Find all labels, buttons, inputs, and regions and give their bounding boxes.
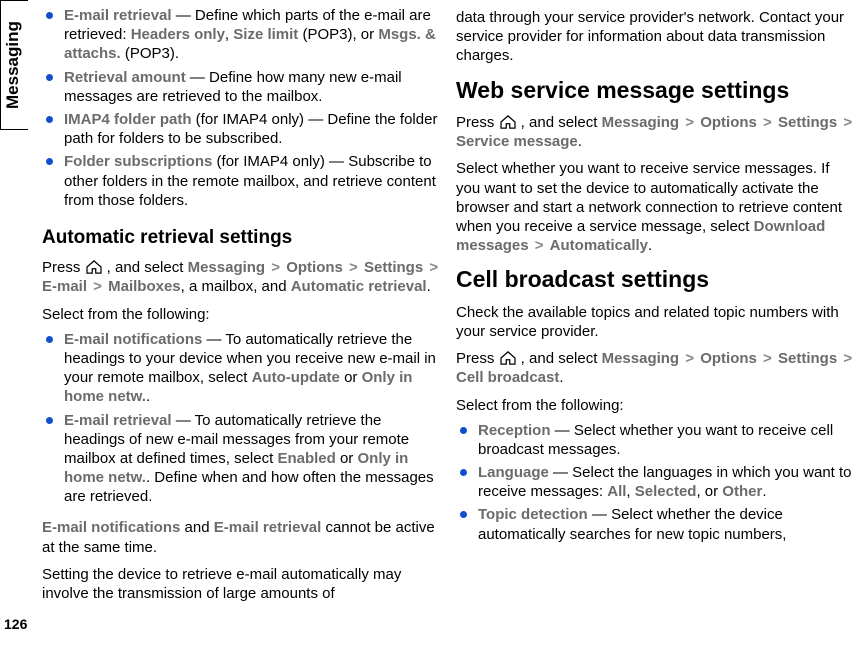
bullet-imap4-folder-path: IMAP4 folder path (for IMAP4 only) — Def…: [42, 110, 440, 148]
crumb-cell-broadcast: Cell broadcast: [456, 369, 559, 386]
heading-automatic-retrieval: Automatic retrieval settings: [42, 226, 440, 250]
term-retrieval-amount: Retrieval amount: [64, 69, 186, 86]
section-tab-messaging: Messaging: [0, 0, 28, 130]
home-key-icon: [499, 351, 517, 365]
text: , or: [696, 483, 722, 500]
notifications-retrieval-note: E-mail notifications and E-mail retrieva…: [42, 518, 440, 556]
opt-enabled: Enabled: [277, 450, 335, 467]
heading-web-service-message: Web service message settings: [456, 76, 854, 105]
opt-selected: Selected: [635, 483, 697, 500]
crumb-settings: Settings: [364, 259, 423, 276]
bullet-folder-subscriptions: Folder subscriptions (for IMAP4 only) — …: [42, 152, 440, 210]
term-email-retrieval-ref: E-mail retrieval: [214, 519, 322, 536]
crumb-options: Options: [700, 350, 757, 367]
web-service-desc: Select whether you want to receive servi…: [456, 159, 854, 255]
term-reception: Reception: [478, 422, 551, 439]
opt-headers-only: Headers only: [131, 26, 225, 43]
auto-retrieval-list: E-mail notifications — To automatically …: [42, 330, 440, 511]
crumb-messaging: Messaging: [602, 114, 680, 131]
text: , a mailbox, and: [181, 278, 291, 295]
heading-cell-broadcast: Cell broadcast settings: [456, 265, 854, 294]
term-topic-detection: Topic detection: [478, 506, 588, 523]
chevron-right-icon: >: [423, 259, 440, 276]
crumb-messaging: Messaging: [602, 350, 680, 367]
crumb-settings: Settings: [778, 114, 837, 131]
text: or: [336, 450, 358, 467]
opt-other: Other: [722, 483, 762, 500]
select-from-label: Select from the following:: [42, 305, 440, 324]
text: .: [762, 483, 766, 500]
chevron-right-icon: >: [757, 114, 778, 131]
chevron-right-icon: >: [837, 114, 854, 131]
cell-broadcast-path: Press , and select Messaging > Options >…: [456, 349, 854, 387]
auto-retrieval-warning-start: Setting the device to retrieve e-mail au…: [42, 565, 440, 603]
opt-all: All: [607, 483, 626, 500]
bullet-email-retrieval-parts: E-mail retrieval — Define which parts of…: [42, 6, 440, 64]
two-column-layout: E-mail retrieval — Define which parts of…: [0, 0, 860, 650]
cell-broadcast-list: Reception — Select whether you want to r…: [456, 421, 854, 548]
text: , and select: [517, 114, 602, 131]
web-service-path: Press , and select Messaging > Options >…: [456, 113, 854, 151]
crumb-settings: Settings: [778, 350, 837, 367]
term-language: Language: [478, 464, 549, 481]
home-key-icon: [85, 260, 103, 274]
text: .: [559, 369, 563, 386]
text: .: [427, 278, 431, 295]
opt-auto-update: Auto-update: [252, 369, 340, 386]
bullet-topic-detection: Topic detection — Select whether the dev…: [456, 505, 854, 543]
crumb-options: Options: [700, 114, 757, 131]
right-column: data through your service provider's net…: [456, 6, 854, 644]
term-imap4-folder-path: IMAP4 folder path: [64, 111, 192, 128]
crumb-service-message: Service message: [456, 133, 578, 150]
text: Press: [456, 114, 499, 131]
crumb-options: Options: [286, 259, 343, 276]
select-from-label: Select from the following:: [456, 396, 854, 415]
term-email-retrieval-auto: E-mail retrieval: [64, 412, 172, 429]
cell-broadcast-intro: Check the available topics and related t…: [456, 303, 854, 341]
crumb-mailboxes: Mailboxes: [108, 278, 181, 295]
text: .: [578, 133, 582, 150]
chevron-right-icon: >: [679, 350, 700, 367]
crumb-automatic-retrieval: Automatic retrieval: [291, 278, 427, 295]
bullet-reception: Reception — Select whether you want to r…: [456, 421, 854, 459]
chevron-right-icon: >: [529, 237, 550, 254]
text: Press: [42, 259, 85, 276]
page-number: 126: [4, 616, 27, 632]
crumb-messaging: Messaging: [188, 259, 266, 276]
bullet-email-notifications: E-mail notifications — To automatically …: [42, 330, 440, 407]
chevron-right-icon: >: [837, 350, 854, 367]
term-email-retrieval: E-mail retrieval: [64, 7, 172, 24]
bullet-retrieval-amount: Retrieval amount — Define how many new e…: [42, 68, 440, 106]
chevron-right-icon: >: [343, 259, 364, 276]
text: ,: [225, 26, 233, 43]
text: , and select: [517, 350, 602, 367]
text: ,: [626, 483, 634, 500]
text: (POP3), or: [298, 26, 378, 43]
left-column: E-mail retrieval — Define which parts of…: [42, 6, 440, 644]
term-folder-subscriptions: Folder subscriptions: [64, 153, 212, 170]
text: Press: [456, 350, 499, 367]
chevron-right-icon: >: [87, 278, 108, 295]
crumb-email: E-mail: [42, 278, 87, 295]
chevron-right-icon: >: [757, 350, 778, 367]
text: , and select: [103, 259, 188, 276]
text: (POP3).: [121, 45, 179, 62]
text: .: [648, 237, 652, 254]
text: .: [146, 388, 150, 405]
term-email-notifications: E-mail notifications: [64, 331, 202, 348]
crumb-automatically: Automatically: [550, 237, 648, 254]
chevron-right-icon: >: [265, 259, 286, 276]
text: and: [180, 519, 213, 536]
retrieval-settings-list: E-mail retrieval — Define which parts of…: [42, 6, 440, 214]
auto-retrieval-path: Press , and select Messaging > Options >…: [42, 258, 440, 296]
text: or: [340, 369, 362, 386]
term-email-notifications-ref: E-mail notifications: [42, 519, 180, 536]
chevron-right-icon: >: [679, 114, 700, 131]
bullet-auto-email-retrieval: E-mail retrieval — To automatically retr…: [42, 411, 440, 507]
home-key-icon: [499, 115, 517, 129]
opt-size-limit: Size limit: [233, 26, 298, 43]
bullet-language: Language — Select the languages in which…: [456, 463, 854, 501]
auto-retrieval-warning-cont: data through your service provider's net…: [456, 8, 854, 66]
